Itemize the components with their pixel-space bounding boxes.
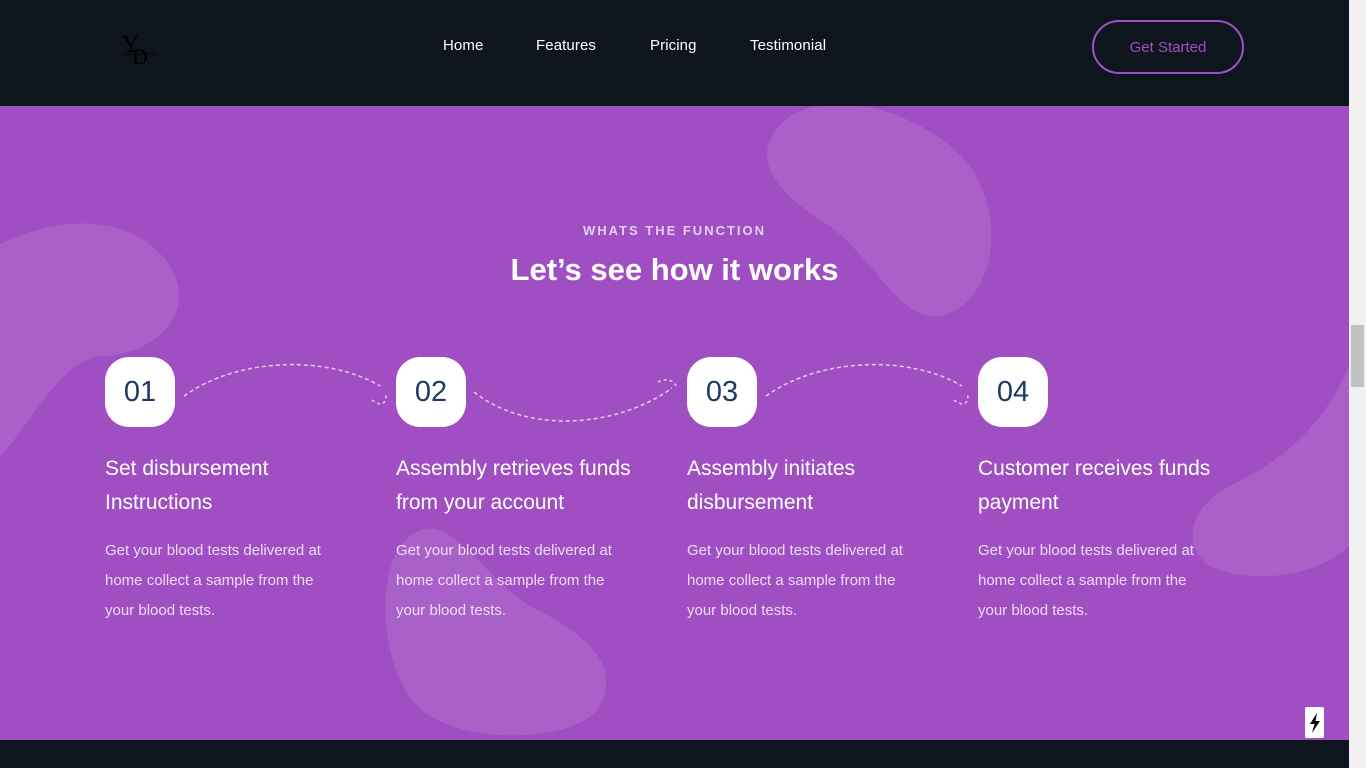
step-title: Customer receives funds payment: [978, 457, 1211, 514]
section-eyebrow: WHATS THE FUNCTION: [582, 223, 767, 238]
step-description: Get your blood tests delivered at home c…: [105, 542, 321, 619]
scrollbar-thumb[interactable]: [1351, 325, 1364, 387]
get-started-button[interactable]: Get Started: [1092, 20, 1244, 74]
step-title: Set disbursement Instructions: [105, 457, 269, 514]
yd-logo[interactable]: Y D: [118, 28, 160, 72]
site-header: Y D Home Features Pricing Testimonial Ge…: [0, 0, 1349, 106]
lightning-bolt-button[interactable]: [1305, 707, 1324, 738]
step-description: Get your blood tests delivered at home c…: [978, 542, 1194, 619]
nav-features[interactable]: Features: [536, 37, 596, 54]
step-number-badge: 01: [105, 357, 175, 427]
nav-testimonial[interactable]: Testimonial: [750, 37, 826, 54]
background-blobs: [0, 106, 1349, 736]
step-title: Assembly retrieves funds from your accou…: [396, 457, 631, 514]
svg-text:D: D: [132, 44, 148, 69]
step-number-badge: 03: [687, 357, 757, 427]
footer-band: [0, 740, 1349, 768]
lightning-bolt-icon: [1309, 712, 1320, 733]
connector-2-3: [473, 387, 673, 422]
step-title: Assembly initiates disbursement: [687, 457, 856, 514]
section-title: Let’s see how it works: [510, 252, 839, 287]
step-description: Get your blood tests delivered at home c…: [396, 542, 612, 619]
step-description: Get your blood tests delivered at home c…: [687, 542, 903, 619]
nav-home[interactable]: Home: [443, 37, 483, 54]
step-number-badge: 04: [978, 357, 1048, 427]
nav-pricing[interactable]: Pricing: [650, 37, 697, 54]
connector-3-4: [765, 363, 963, 397]
how-it-works-section: WHATS THE FUNCTION Let’s see how it work…: [0, 106, 1349, 740]
connector-1-2: [183, 363, 381, 397]
step-number-badge: 02: [396, 357, 466, 427]
